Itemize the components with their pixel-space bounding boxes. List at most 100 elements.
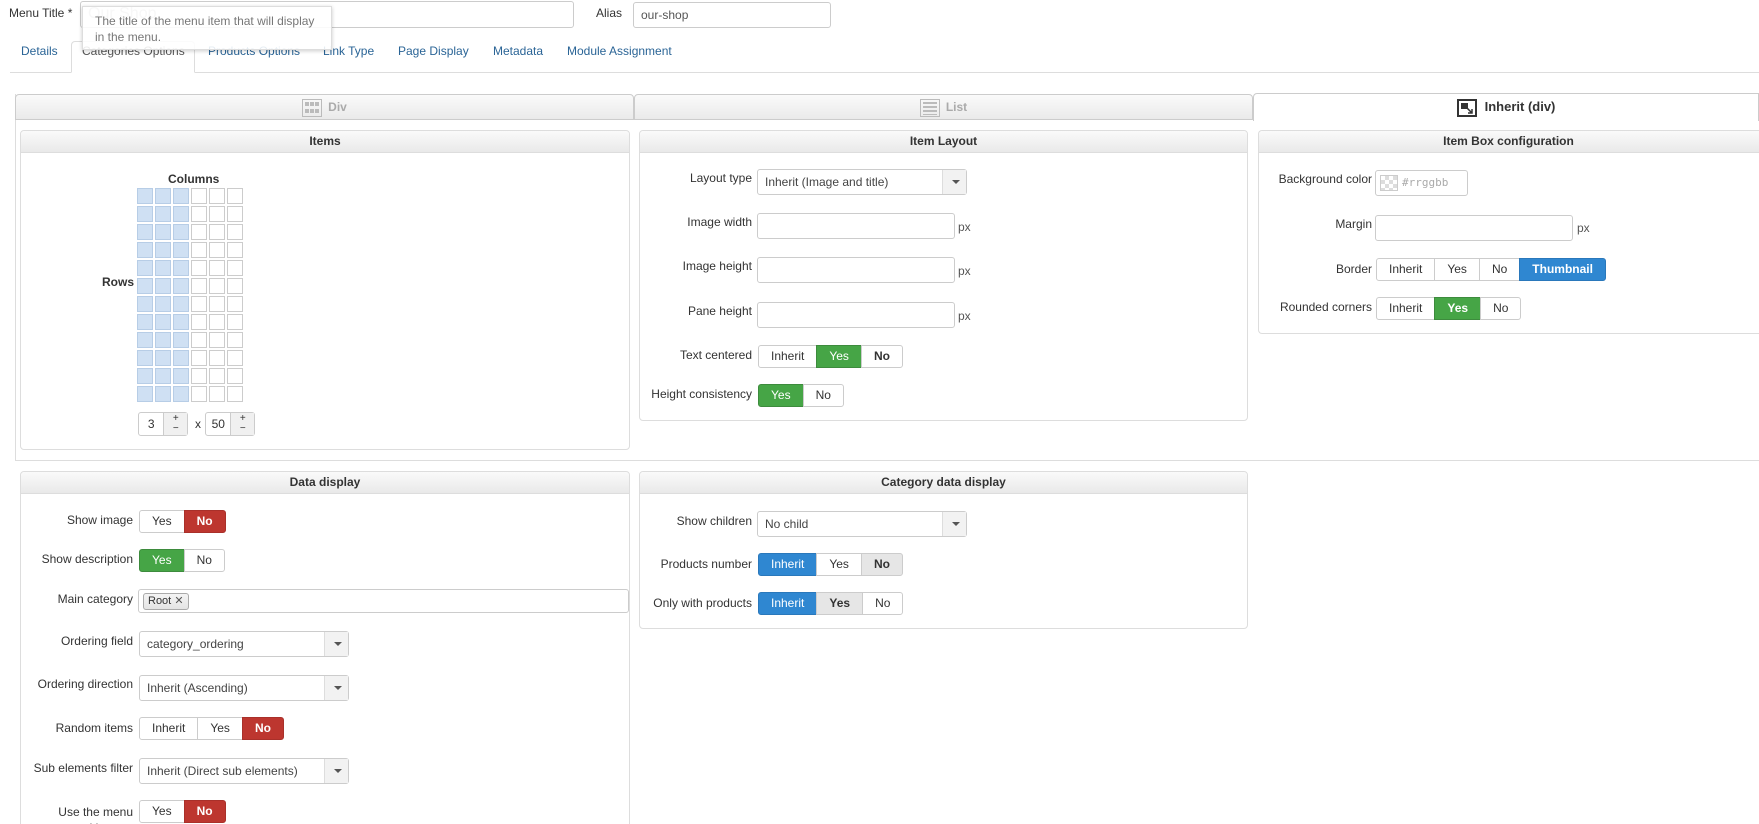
grid-cell[interactable] — [137, 242, 153, 258]
only-with-products-no[interactable]: No — [862, 592, 904, 615]
grid-cell[interactable] — [209, 314, 225, 330]
grid-cell[interactable] — [137, 386, 153, 402]
ordering-direction-select[interactable]: Inherit (Ascending) — [139, 675, 349, 701]
grid-cell[interactable] — [137, 278, 153, 294]
main-category-tag[interactable]: Root ✕ — [143, 593, 189, 610]
tab-metadata[interactable]: Metadata — [493, 44, 543, 58]
grid-cell[interactable] — [173, 314, 189, 330]
rows-stepper[interactable]: 50 + − — [205, 412, 255, 436]
border-yes[interactable]: Yes — [1434, 258, 1480, 281]
items-grid-selector[interactable] — [137, 188, 243, 402]
grid-cell[interactable] — [227, 242, 243, 258]
use-menu-title-yes[interactable]: Yes — [139, 800, 185, 823]
layout-tab-list[interactable]: List — [634, 94, 1253, 120]
grid-cell[interactable] — [173, 224, 189, 240]
rounded-inherit[interactable]: Inherit — [1376, 297, 1436, 320]
columns-stepper[interactable]: 3 + − — [138, 412, 188, 436]
grid-cell[interactable] — [155, 242, 171, 258]
random-items-toggle[interactable]: Inherit Yes No — [139, 717, 284, 740]
show-description-toggle[interactable]: Yes No — [139, 549, 225, 572]
grid-cell[interactable] — [227, 260, 243, 276]
grid-cell[interactable] — [137, 260, 153, 276]
grid-cell[interactable] — [227, 350, 243, 366]
use-menu-title-toggle[interactable]: Yes No — [139, 800, 226, 823]
border-no[interactable]: No — [1478, 258, 1521, 281]
use-menu-title-no[interactable]: No — [183, 800, 226, 823]
grid-cell[interactable] — [137, 296, 153, 312]
grid-cell[interactable] — [191, 296, 207, 312]
only-with-products-toggle[interactable]: Inherit Yes No — [758, 592, 904, 615]
grid-cell[interactable] — [209, 242, 225, 258]
grid-cell[interactable] — [209, 188, 225, 204]
grid-cell[interactable] — [155, 206, 171, 222]
grid-cell[interactable] — [155, 332, 171, 348]
rounded-corners-toggle[interactable]: Inherit Yes No — [1376, 297, 1522, 320]
pane-height-input[interactable] — [757, 302, 955, 328]
layout-tab-div[interactable]: Div — [15, 94, 634, 120]
grid-cell[interactable] — [155, 314, 171, 330]
grid-cell[interactable] — [155, 188, 171, 204]
products-number-toggle[interactable]: Inherit Yes No — [758, 553, 903, 576]
grid-cell[interactable] — [173, 350, 189, 366]
grid-cell[interactable] — [137, 188, 153, 204]
tab-page-display[interactable]: Page Display — [398, 44, 469, 58]
grid-cell[interactable] — [137, 350, 153, 366]
grid-cell[interactable] — [191, 224, 207, 240]
rounded-yes[interactable]: Yes — [1434, 297, 1482, 320]
products-number-yes[interactable]: Yes — [816, 553, 862, 576]
text-centered-inherit[interactable]: Inherit — [758, 345, 818, 368]
grid-cell[interactable] — [191, 386, 207, 402]
grid-cell[interactable] — [137, 314, 153, 330]
text-centered-no[interactable]: No — [860, 345, 903, 368]
tab-details[interactable]: Details — [21, 44, 58, 58]
grid-cell[interactable] — [227, 224, 243, 240]
grid-cell[interactable] — [173, 242, 189, 258]
grid-cell[interactable] — [227, 278, 243, 294]
grid-cell[interactable] — [209, 386, 225, 402]
grid-cell[interactable] — [191, 206, 207, 222]
grid-cell[interactable] — [191, 368, 207, 384]
height-consistency-no[interactable]: No — [802, 384, 844, 407]
show-description-no[interactable]: No — [183, 549, 225, 572]
grid-cell[interactable] — [209, 332, 225, 348]
show-description-yes[interactable]: Yes — [139, 549, 185, 572]
grid-cell[interactable] — [155, 278, 171, 294]
height-consistency-yes[interactable]: Yes — [758, 384, 804, 407]
grid-cell[interactable] — [209, 350, 225, 366]
grid-cell[interactable] — [209, 368, 225, 384]
grid-cell[interactable] — [137, 206, 153, 222]
grid-cell[interactable] — [155, 386, 171, 402]
show-image-yes[interactable]: Yes — [139, 510, 185, 533]
layout-type-select[interactable]: Inherit (Image and title) — [757, 169, 967, 195]
products-number-no[interactable]: No — [860, 553, 903, 576]
text-centered-toggle[interactable]: Inherit Yes No — [758, 345, 903, 368]
border-thumbnail[interactable]: Thumbnail — [1519, 258, 1606, 281]
grid-cell[interactable] — [155, 224, 171, 240]
main-category-input[interactable]: Root ✕ — [138, 589, 629, 613]
random-items-inherit[interactable]: Inherit — [139, 717, 199, 740]
grid-cell[interactable] — [209, 278, 225, 294]
height-consistency-toggle[interactable]: Yes No — [758, 384, 844, 407]
grid-cell[interactable] — [173, 206, 189, 222]
grid-cell[interactable] — [227, 296, 243, 312]
show-children-select[interactable]: No child — [757, 511, 967, 537]
rows-stepper-buttons[interactable]: + − — [230, 413, 254, 435]
grid-cell[interactable] — [209, 260, 225, 276]
grid-cell[interactable] — [155, 350, 171, 366]
columns-value[interactable]: 3 — [139, 413, 163, 435]
columns-stepper-buttons[interactable]: + − — [163, 413, 187, 435]
grid-cell[interactable] — [173, 332, 189, 348]
image-width-input[interactable] — [757, 213, 955, 239]
grid-cell[interactable] — [155, 296, 171, 312]
alias-input[interactable]: our-shop — [633, 2, 831, 28]
show-image-no[interactable]: No — [183, 510, 226, 533]
border-toggle[interactable]: Inherit Yes No Thumbnail — [1376, 258, 1606, 281]
close-icon[interactable]: ✕ — [174, 595, 183, 607]
only-with-products-inherit[interactable]: Inherit — [758, 592, 818, 615]
grid-cell[interactable] — [173, 278, 189, 294]
grid-cell[interactable] — [227, 368, 243, 384]
tab-module-assignment[interactable]: Module Assignment — [567, 44, 672, 58]
grid-cell[interactable] — [209, 296, 225, 312]
background-color-input[interactable]: #rrggbb — [1375, 170, 1468, 196]
grid-cell[interactable] — [173, 368, 189, 384]
